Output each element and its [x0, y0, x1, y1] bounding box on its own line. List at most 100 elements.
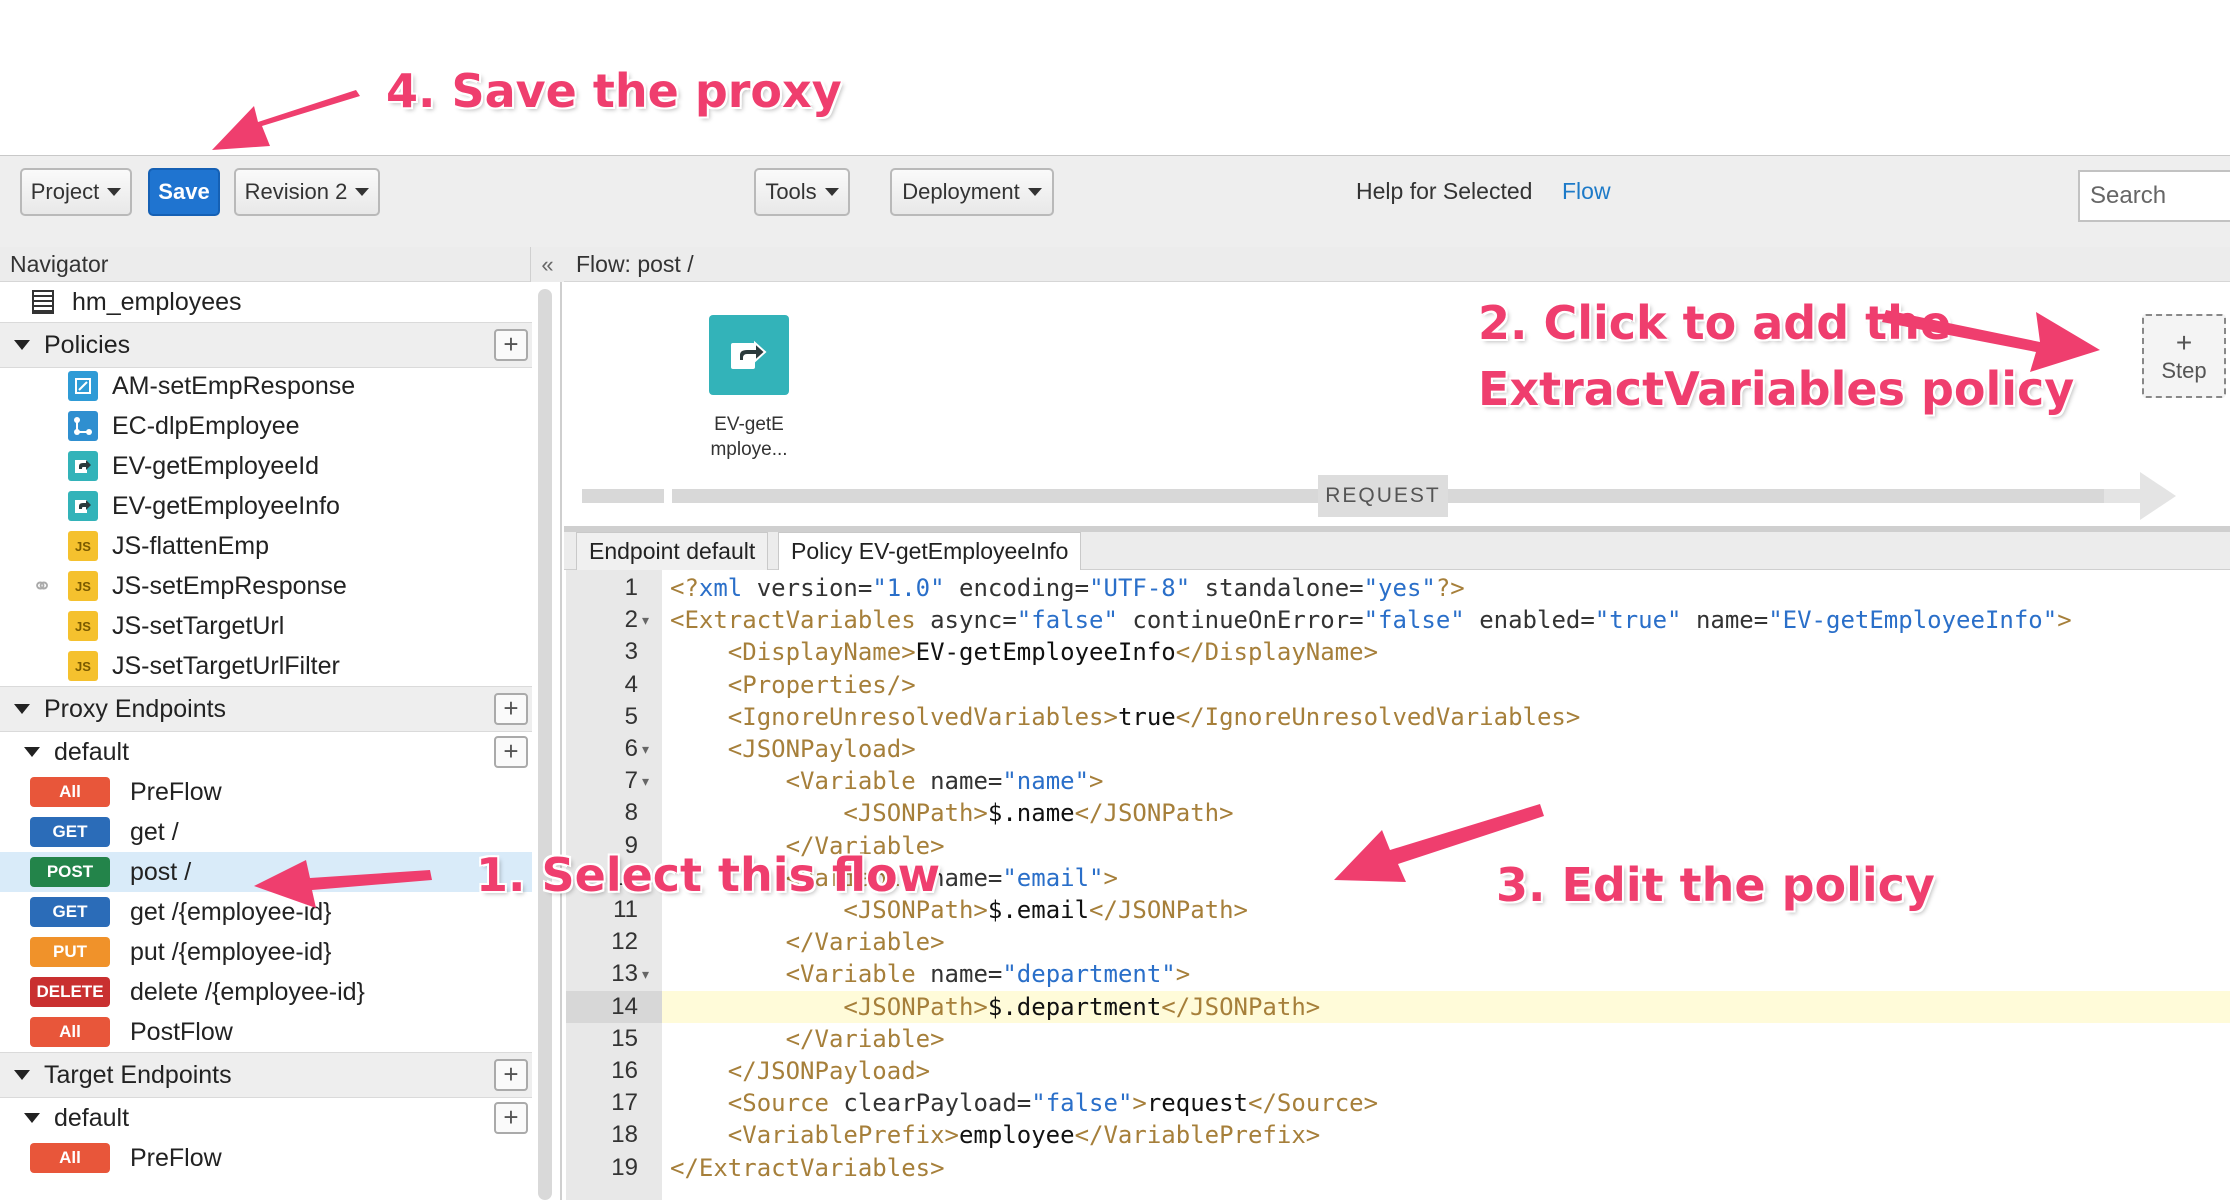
- fold-toggle-icon[interactable]: ▾: [642, 604, 654, 636]
- code-token: </ExtractVariables>: [670, 1153, 945, 1182]
- code-line[interactable]: </Variable>: [662, 926, 2230, 958]
- target-flow-item[interactable]: All PreFlow: [0, 1138, 532, 1178]
- policy-item[interactable]: JS JS-flattenEmp: [0, 526, 532, 566]
- code-line[interactable]: <Variable name="name">: [662, 765, 2230, 797]
- target-default-label: default: [54, 1103, 130, 1132]
- code-token: "true": [1594, 606, 1682, 635]
- method-badge: All: [30, 1143, 110, 1173]
- expand-triangle-icon[interactable]: [14, 1070, 30, 1080]
- navigator-scrollbar[interactable]: [538, 289, 552, 1200]
- code-token: </JSONPayload>: [727, 1057, 931, 1085]
- code-line[interactable]: <ExtractVariables async="false" continue…: [662, 604, 2230, 636]
- expand-triangle-icon[interactable]: [24, 1113, 40, 1123]
- code-line[interactable]: <JSONPayload>: [662, 733, 2230, 765]
- tools-menu-button[interactable]: Tools: [754, 168, 850, 216]
- code-line[interactable]: <?xml version="1.0" encoding="UTF-8" sta…: [662, 572, 2230, 604]
- revision-menu-button[interactable]: Revision 2: [234, 168, 380, 216]
- code-token: version=: [742, 574, 873, 602]
- code-line[interactable]: <DisplayName>EV-getEmployeeInfo</Display…: [662, 636, 2230, 668]
- policies-section[interactable]: Policies +: [0, 322, 532, 368]
- proxy-bundle-item[interactable]: hm_employees: [0, 282, 532, 322]
- target-default-endpoint[interactable]: default +: [0, 1098, 532, 1138]
- tab-policy-ev-getemployeeinfo[interactable]: Policy EV-getEmployeeInfo: [778, 532, 1082, 570]
- add-icon[interactable]: +: [494, 329, 528, 361]
- policy-item[interactable]: ⚭ JS JS-setEmpResponse: [0, 566, 532, 606]
- code-line[interactable]: <VariablePrefix>employee</VariablePrefix…: [662, 1119, 2230, 1151]
- save-button[interactable]: Save: [148, 168, 220, 216]
- flow-item-get-[interactable]: GET get /: [0, 812, 532, 852]
- deployment-menu-button[interactable]: Deployment: [890, 168, 1054, 216]
- code-line[interactable]: <Variable name="department">: [662, 958, 2230, 990]
- line-number: 6: [624, 735, 638, 762]
- extract-variables-policy-tile[interactable]: [709, 315, 789, 395]
- project-menu-label: Project: [30, 179, 100, 204]
- method-badge: All: [30, 777, 110, 807]
- javascript-icon: JS: [68, 611, 98, 641]
- add-icon[interactable]: +: [494, 736, 528, 768]
- flow-item-preflow[interactable]: All PreFlow: [0, 772, 532, 812]
- target-endpoints-section[interactable]: Target Endpoints +: [0, 1052, 532, 1098]
- add-icon[interactable]: +: [494, 1059, 528, 1091]
- code-token: <VariablePrefix>: [727, 1121, 959, 1150]
- flow-item-delete-employee-id-[interactable]: DELETE delete /{employee-id}: [0, 972, 532, 1012]
- add-icon[interactable]: +: [494, 1102, 528, 1134]
- line-number: 3: [624, 638, 638, 666]
- expand-triangle-icon[interactable]: [14, 704, 30, 714]
- code-token: </VariablePrefix>: [1074, 1121, 1321, 1150]
- policy-item[interactable]: EV-getEmployeeInfo: [0, 486, 532, 526]
- policy-item[interactable]: AM-setEmpResponse: [0, 366, 532, 406]
- fold-toggle-icon[interactable]: ▾: [642, 765, 654, 797]
- proxy-endpoints-section[interactable]: Proxy Endpoints +: [0, 686, 532, 732]
- flow-item-postflow[interactable]: All PostFlow: [0, 1012, 532, 1052]
- flow-name: PreFlow: [130, 777, 222, 806]
- caret-down-icon: [824, 188, 839, 196]
- policy-item[interactable]: JS JS-setTargetUrl: [0, 606, 532, 646]
- policy-name: EC-dlpEmployee: [112, 411, 300, 440]
- add-step-button[interactable]: + Step: [2142, 314, 2226, 398]
- expand-triangle-icon[interactable]: [14, 340, 30, 350]
- project-menu-button[interactable]: Project: [20, 168, 132, 216]
- fold-toggle-icon[interactable]: ▾: [642, 958, 654, 990]
- deployment-label: Deployment: [902, 179, 1020, 204]
- policy-item[interactable]: EV-getEmployeeId: [0, 446, 532, 486]
- proxy-default-endpoint[interactable]: default +: [0, 732, 532, 772]
- code-token: <Variable: [785, 767, 916, 796]
- line-number: 12: [611, 928, 638, 956]
- flow-item-put-employee-id-[interactable]: PUT put /{employee-id}: [0, 932, 532, 972]
- code-token: continueOnError=: [1117, 606, 1364, 635]
- code-line[interactable]: </ExtractVariables>: [662, 1152, 2230, 1184]
- search-input[interactable]: Search: [2078, 170, 2230, 222]
- code-line[interactable]: <JSONPath>$.name</JSONPath>: [662, 797, 2230, 829]
- code-token: <?: [670, 574, 699, 602]
- line-number: 19: [611, 1153, 638, 1181]
- expand-triangle-icon[interactable]: [24, 747, 40, 757]
- code-token: >: [2057, 606, 2072, 635]
- flow-item-get-employee-id-[interactable]: GET get /{employee-id}: [0, 892, 532, 932]
- add-icon[interactable]: +: [494, 693, 528, 725]
- fold-toggle-icon[interactable]: ▾: [642, 733, 654, 765]
- policy-item[interactable]: JS JS-setTargetUrlFilter: [0, 646, 532, 686]
- code-line[interactable]: </Variable>: [662, 1023, 2230, 1055]
- policy-item[interactable]: EC-dlpEmployee: [0, 406, 532, 446]
- annotation-select: 1. Select this flow: [476, 848, 941, 902]
- method-badge: GET: [30, 897, 110, 927]
- policy-name: EV-getEmployeeInfo: [112, 491, 340, 520]
- flow-name: put /{employee-id}: [130, 937, 332, 966]
- collapse-navigator-icon[interactable]: «: [530, 247, 564, 282]
- code-line[interactable]: <IgnoreUnresolvedVariables>true</IgnoreU…: [662, 701, 2230, 733]
- flow-item-post-[interactable]: POST post /: [0, 852, 532, 892]
- line-number: 18: [611, 1121, 638, 1149]
- code-line[interactable]: <Source clearPayload="false">request</So…: [662, 1087, 2230, 1119]
- code-line[interactable]: </JSONPayload>: [662, 1055, 2230, 1087]
- help-flow-link[interactable]: Flow: [1562, 178, 1611, 205]
- code-line[interactable]: <Properties/>: [662, 669, 2230, 701]
- code-line[interactable]: <JSONPath>$.department</JSONPath>: [662, 990, 2230, 1023]
- tab-endpoint-default[interactable]: Endpoint default: [576, 532, 769, 570]
